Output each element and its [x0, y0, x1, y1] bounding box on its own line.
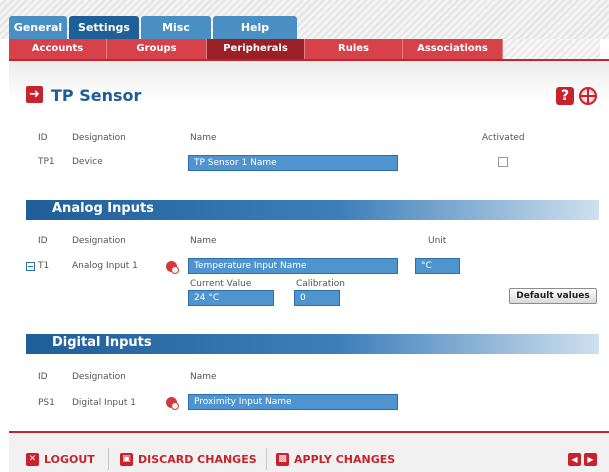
tab-settings[interactable]: Settings: [69, 16, 139, 39]
device-col-id: ID: [38, 133, 48, 143]
subtab-peripherals[interactable]: Peripherals: [207, 39, 305, 59]
analog-settings-icon[interactable]: [166, 261, 179, 274]
collapse-icon[interactable]: [26, 262, 35, 271]
tab-help[interactable]: Help: [213, 16, 297, 39]
subtab-accounts[interactable]: Accounts: [9, 39, 107, 59]
subtab-associations[interactable]: Associations: [403, 39, 503, 59]
calibration-input[interactable]: 0: [294, 290, 340, 306]
analog-col-designation: Designation: [72, 236, 126, 246]
digital-col-id: ID: [38, 372, 48, 382]
analog-designation: Analog Input 1: [72, 261, 138, 271]
logout-button[interactable]: LOGOUT: [44, 453, 95, 466]
sub-tab-bar: Accounts Groups Peripherals Rules Associ…: [9, 39, 600, 59]
current-value-field: 24 °C: [188, 290, 274, 306]
subtab-filler: [503, 39, 600, 59]
logout-icon[interactable]: ✕: [26, 453, 39, 466]
current-value-label: Current Value: [190, 279, 252, 289]
device-col-designation: Designation: [72, 133, 126, 143]
device-col-activated: Activated: [482, 133, 525, 143]
digital-col-designation: Designation: [72, 372, 126, 382]
device-id: TP1: [38, 157, 55, 167]
discard-changes-button[interactable]: DISCARD CHANGES: [138, 453, 257, 466]
analog-id: T1: [38, 261, 50, 271]
analog-col-id: ID: [38, 236, 48, 246]
digital-col-name: Name: [190, 372, 217, 382]
globe-icon[interactable]: [579, 87, 597, 105]
device-col-name: Name: [190, 133, 217, 143]
footer-separator: [108, 448, 109, 470]
discard-icon[interactable]: ▣: [120, 453, 133, 466]
save-icon[interactable]: ▩: [276, 453, 289, 466]
analog-name-input[interactable]: Temperature Input Name: [188, 258, 398, 274]
nav-next-icon[interactable]: ▶: [584, 453, 597, 466]
device-name-input[interactable]: TP Sensor 1 Name: [188, 155, 398, 171]
digital-section-title: Digital Inputs: [52, 335, 152, 350]
help-icon[interactable]: ?: [556, 87, 574, 105]
analog-unit-input[interactable]: °C: [415, 258, 460, 274]
digital-designation: Digital Input 1: [72, 398, 136, 408]
default-values-button[interactable]: Default values: [509, 288, 597, 304]
analog-col-unit: Unit: [428, 236, 447, 246]
nav-previous-icon[interactable]: ◀: [568, 453, 581, 466]
digital-name-input[interactable]: Proximity Input Name: [188, 394, 398, 410]
digital-settings-icon[interactable]: [166, 397, 179, 410]
digital-section-header: Digital Inputs: [26, 334, 599, 354]
page-title: TP Sensor: [51, 86, 142, 105]
tab-general[interactable]: General: [9, 16, 67, 39]
footer-separator: [266, 448, 267, 470]
digital-id: PS1: [38, 398, 55, 408]
activated-checkbox[interactable]: [498, 157, 508, 167]
arrow-right-icon: ➜: [26, 86, 43, 103]
top-tabs: General Settings Misc Help: [9, 16, 299, 39]
device-designation: Device: [72, 157, 103, 167]
subtab-groups[interactable]: Groups: [107, 39, 207, 59]
analog-col-name: Name: [190, 236, 217, 246]
apply-changes-button[interactable]: APPLY CHANGES: [294, 453, 395, 466]
analog-section-header: Analog Inputs: [26, 200, 599, 220]
subtab-rules[interactable]: Rules: [305, 39, 403, 59]
tab-misc[interactable]: Misc: [141, 16, 211, 39]
calibration-label: Calibration: [296, 279, 345, 289]
analog-section-title: Analog Inputs: [52, 201, 154, 216]
